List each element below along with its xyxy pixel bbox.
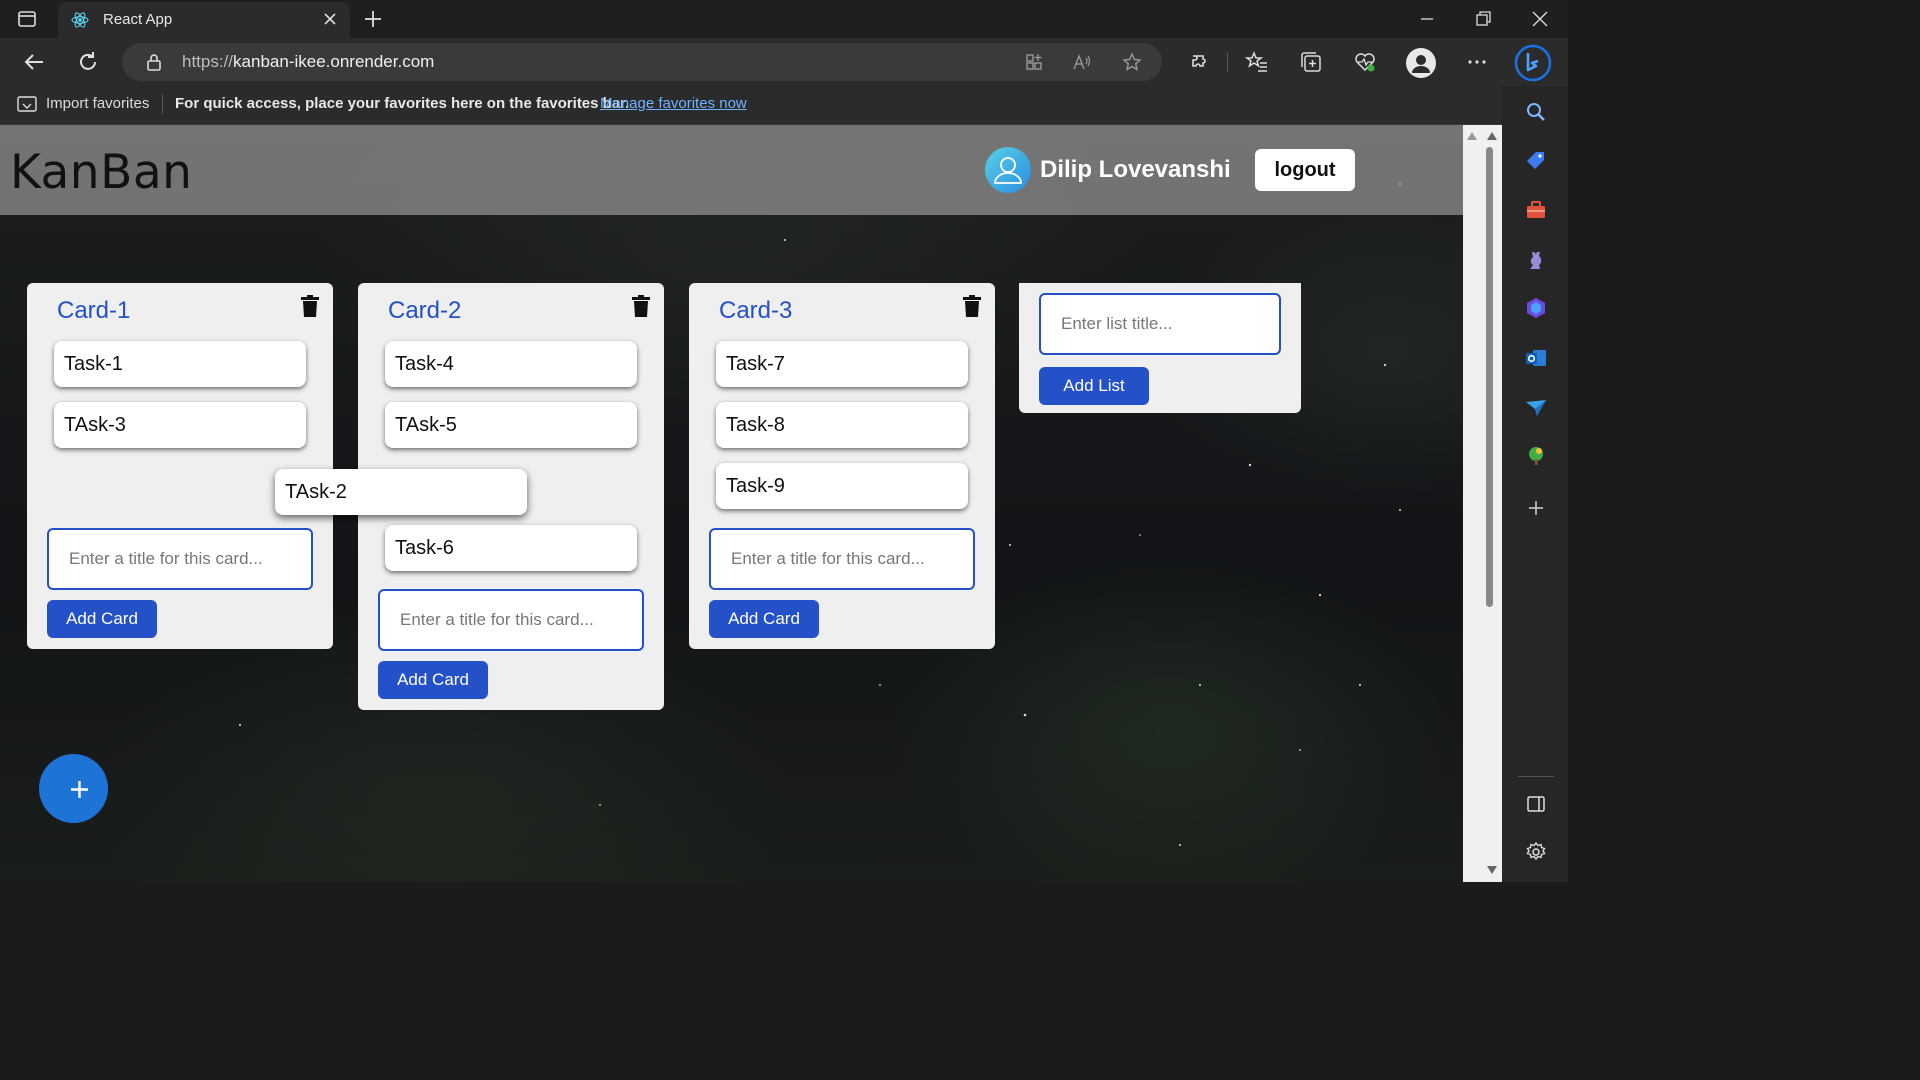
- sidebar-tools-icon[interactable]: [1524, 198, 1548, 222]
- sidebar-copilot-icon[interactable]: [1524, 296, 1548, 320]
- close-tab-icon[interactable]: [320, 9, 340, 29]
- import-favorites-link[interactable]: Import favorites: [46, 95, 149, 112]
- user-name: Dilip Lovevanshi: [1040, 156, 1231, 183]
- sidebar-split-icon[interactable]: [1524, 792, 1548, 816]
- task-card[interactable]: TAsk-5: [385, 402, 637, 448]
- favorites-message: For quick access, place your favorites h…: [175, 95, 630, 112]
- app-available-icon[interactable]: [1024, 52, 1044, 72]
- sidebar-settings-icon[interactable]: [1524, 840, 1548, 864]
- sidebar-games-icon[interactable]: [1524, 248, 1548, 272]
- import-favorites-icon[interactable]: [16, 94, 38, 114]
- lock-icon[interactable]: [144, 52, 164, 72]
- app-brand: KanBan: [10, 145, 193, 200]
- list-card-3: Card-3 Task-7 Task-8 Task-9 Add Card: [689, 283, 995, 649]
- task-card[interactable]: Task-4: [385, 341, 637, 387]
- task-card[interactable]: Task-6: [385, 525, 637, 571]
- delete-list-icon[interactable]: [301, 295, 319, 317]
- close-window-icon[interactable]: [1530, 9, 1550, 29]
- sidebar-outlook-icon[interactable]: [1524, 346, 1548, 370]
- browser-tab-bar: React App: [0, 0, 1568, 38]
- extensions-icon[interactable]: [1186, 50, 1210, 74]
- scroll-down-icon[interactable]: [1486, 865, 1498, 875]
- user-icon: [994, 157, 1022, 184]
- scroll-up-icon[interactable]: [1466, 131, 1478, 141]
- url-text[interactable]: https://kanban-ikee.onrender.com: [182, 52, 434, 72]
- task-card[interactable]: Task-8: [716, 402, 968, 448]
- task-card[interactable]: Task-9: [716, 463, 968, 509]
- read-aloud-icon[interactable]: [1072, 52, 1092, 72]
- sidebar-shopping-icon[interactable]: [1524, 148, 1548, 172]
- task-card[interactable]: Task-1: [54, 341, 306, 387]
- list-title: Card-2: [388, 297, 462, 324]
- address-bar[interactable]: https://kanban-ikee.onrender.com: [122, 43, 1162, 81]
- task-card[interactable]: TAsk-3: [54, 402, 306, 448]
- favorites-icon[interactable]: [1245, 50, 1269, 74]
- add-card-button[interactable]: Add Card: [378, 661, 488, 699]
- add-list-button[interactable]: Add List: [1039, 367, 1149, 405]
- card-title-input[interactable]: [378, 589, 644, 651]
- sidebar-send-icon[interactable]: [1524, 396, 1548, 420]
- back-icon[interactable]: [22, 50, 46, 74]
- favorites-bar: Import favorites For quick access, place…: [0, 86, 1502, 125]
- toolbar-divider: [1227, 52, 1228, 72]
- delete-list-icon[interactable]: [963, 295, 981, 317]
- collections-icon[interactable]: [1299, 50, 1323, 74]
- sidebar-divider: [1518, 776, 1554, 777]
- add-list-panel: Add List: [1019, 283, 1301, 413]
- manage-favorites-link[interactable]: Manage favorites now: [600, 95, 747, 112]
- add-card-button[interactable]: Add Card: [709, 600, 819, 638]
- list-card-1: Card-1 Task-1 TAsk-3 Add Card: [27, 283, 333, 649]
- delete-list-icon[interactable]: [632, 295, 650, 317]
- refresh-icon[interactable]: [76, 50, 100, 74]
- scroll-up-arrow-icon[interactable]: [1486, 131, 1498, 141]
- tab-actions-icon[interactable]: [17, 9, 37, 29]
- url-host: kanban-ikee.onrender.com: [233, 52, 435, 71]
- sidebar-search-icon[interactable]: [1524, 100, 1548, 124]
- browser-tab-active[interactable]: React App: [58, 2, 350, 38]
- new-tab-icon[interactable]: [362, 8, 384, 30]
- profile-icon: [1412, 55, 1430, 73]
- favorites-divider: [162, 94, 163, 114]
- add-fab-button[interactable]: [39, 754, 108, 823]
- react-logo-icon: [71, 12, 89, 28]
- sidebar-tree-icon[interactable]: [1524, 444, 1548, 468]
- address-toolbar: https://kanban-ikee.onrender.com: [0, 38, 1568, 86]
- edge-sidebar: [1502, 86, 1568, 882]
- more-options-icon[interactable]: [1465, 50, 1489, 74]
- bing-copilot-icon[interactable]: [1514, 44, 1552, 82]
- tab-title: React App: [103, 11, 173, 28]
- dragging-task-card[interactable]: TAsk-2: [275, 469, 527, 515]
- list-title: Card-3: [719, 297, 793, 324]
- sidebar-add-icon[interactable]: [1524, 496, 1548, 520]
- app-header: KanBan Dilip Lovevanshi logout: [0, 125, 1463, 215]
- profile-avatar[interactable]: [1406, 48, 1436, 78]
- favorite-star-icon[interactable]: [1122, 52, 1142, 72]
- page-viewport: KanBan Dilip Lovevanshi logout Card-1 Ta…: [0, 125, 1463, 882]
- page-scrollbar[interactable]: [1463, 125, 1502, 882]
- minimize-icon[interactable]: [1417, 9, 1437, 29]
- logout-button[interactable]: logout: [1255, 149, 1355, 191]
- plus-icon: [71, 781, 88, 798]
- card-title-input[interactable]: [47, 528, 313, 590]
- card-title-input[interactable]: [709, 528, 975, 590]
- restore-icon[interactable]: [1473, 9, 1493, 29]
- list-title-input[interactable]: [1039, 293, 1281, 355]
- browser-essentials-icon[interactable]: [1353, 50, 1377, 74]
- list-title: Card-1: [57, 297, 131, 324]
- url-prefix: https://: [182, 52, 234, 71]
- task-card[interactable]: Task-7: [716, 341, 968, 387]
- scroll-thumb[interactable]: [1486, 147, 1493, 607]
- user-avatar: [985, 147, 1031, 193]
- add-card-button[interactable]: Add Card: [47, 600, 157, 638]
